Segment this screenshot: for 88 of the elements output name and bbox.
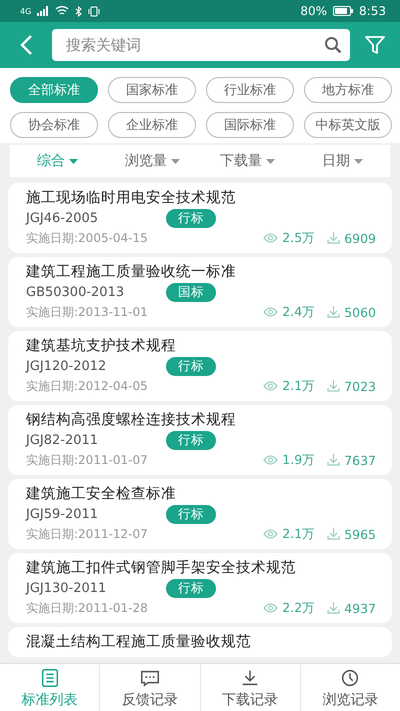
eye-icon bbox=[263, 603, 278, 613]
download-count: 5060 bbox=[344, 304, 376, 320]
sort-option[interactable]: 综合 bbox=[10, 145, 105, 177]
download-icon bbox=[327, 232, 340, 244]
standard-card[interactable]: 混凝土结构工程施工质量验收规范 bbox=[8, 627, 392, 657]
download-count: 5965 bbox=[344, 526, 376, 542]
standard-title: 施工现场临时用电安全技术规范 bbox=[26, 188, 237, 208]
clock-time: 8:53 bbox=[359, 4, 386, 18]
dropdown-icon bbox=[69, 158, 78, 164]
standard-tag: 国标 bbox=[166, 282, 216, 302]
standard-card[interactable]: 建筑工程施工质量验收统一标准 GB50300-2013 国标 实施日期:2013-11-01 2.4万 5060 bbox=[8, 257, 392, 327]
standard-tag: 行标 bbox=[166, 356, 216, 376]
effective-date: 实施日期:2013-11-01 bbox=[26, 304, 149, 320]
signal-icon bbox=[37, 6, 50, 16]
view-count: 2.4万 bbox=[282, 304, 316, 320]
standard-tag: 行标 bbox=[166, 504, 216, 524]
dropdown-icon bbox=[266, 158, 275, 164]
category-chip[interactable]: 地方标准 bbox=[304, 77, 392, 103]
standard-card[interactable]: 施工现场临时用电安全技术规范 JGJ46-2005 行标 实施日期:2005-04-15 2.5万 6909 bbox=[8, 183, 392, 253]
eye-icon bbox=[263, 307, 278, 317]
funnel-icon bbox=[364, 34, 386, 56]
download-icon bbox=[327, 306, 340, 318]
eye-icon bbox=[263, 455, 278, 465]
standard-card[interactable]: 建筑施工安全检查标准 JGJ59-2011 行标 实施日期:2011-12-07 2.1万 5965 bbox=[8, 479, 392, 549]
standard-code: JGJ59-2011 bbox=[26, 506, 100, 522]
eye-icon bbox=[263, 381, 278, 391]
download-count: 7637 bbox=[344, 452, 376, 468]
standard-code: JGJ120-2012 bbox=[26, 358, 108, 374]
bottom-tab[interactable]: 浏览记录 bbox=[300, 664, 400, 711]
sort-option[interactable]: 日期 bbox=[295, 145, 390, 177]
effective-date: 实施日期:2011-12-07 bbox=[26, 526, 149, 542]
standard-tag: 行标 bbox=[166, 578, 216, 598]
standard-title: 建筑施工安全检查标准 bbox=[26, 484, 177, 504]
back-icon bbox=[19, 34, 33, 56]
view-count: 2.5万 bbox=[282, 230, 316, 246]
standard-title: 建筑基坑支护技术规程 bbox=[26, 336, 177, 356]
view-count: 1.9万 bbox=[282, 452, 316, 468]
category-chip[interactable]: 国家标准 bbox=[108, 77, 196, 103]
search-bar[interactable]: 搜索关键词 bbox=[52, 29, 350, 61]
dropdown-icon bbox=[171, 158, 180, 164]
bottom-tab[interactable]: 标准列表 bbox=[0, 664, 100, 711]
standard-tag: 行标 bbox=[166, 208, 216, 228]
standard-title: 建筑施工扣件式钢管脚手架安全技术规范 bbox=[26, 558, 297, 578]
battery-percent: 80% bbox=[300, 4, 328, 18]
download-icon bbox=[327, 380, 340, 392]
standard-code: JGJ46-2005 bbox=[26, 210, 100, 226]
view-count: 2.1万 bbox=[282, 378, 316, 394]
battery-icon bbox=[333, 6, 354, 16]
dropdown-icon bbox=[354, 158, 363, 164]
standard-tag: 行标 bbox=[166, 430, 216, 450]
download-count: 4937 bbox=[344, 600, 376, 616]
effective-date: 实施日期:2012-04-05 bbox=[26, 378, 149, 394]
bottom-tab[interactable]: 下载记录 bbox=[200, 664, 301, 711]
download-count: 6909 bbox=[344, 230, 376, 246]
bottom-tab[interactable]: 反馈记录 bbox=[100, 664, 200, 711]
category-chip[interactable]: 协会标准 bbox=[10, 112, 98, 138]
category-chip[interactable]: 国际标准 bbox=[206, 112, 294, 138]
standard-card[interactable]: 钢结构高强度螺栓连接技术规程 JGJ82-2011 行标 实施日期:2011-01-07 1.9万 7637 bbox=[8, 405, 392, 475]
standard-card[interactable]: 建筑施工扣件式钢管脚手架安全技术规范 JGJ130-2011 行标 实施日期:2011-01-28 2.2万 4937 bbox=[8, 553, 392, 623]
effective-date: 实施日期:2011-01-28 bbox=[26, 600, 149, 616]
eye-icon bbox=[263, 233, 278, 243]
effective-date: 实施日期:2005-04-15 bbox=[26, 230, 149, 246]
standard-title: 混凝土结构工程施工质量验收规范 bbox=[26, 633, 252, 652]
download-icon bbox=[327, 454, 340, 466]
category-chip[interactable]: 全部标准 bbox=[10, 77, 98, 103]
sort-option[interactable]: 浏览量 bbox=[105, 145, 200, 177]
standard-code: GB50300-2013 bbox=[26, 284, 126, 300]
category-chip[interactable]: 中标英文版 bbox=[304, 112, 392, 138]
download-icon bbox=[327, 528, 340, 540]
category-chip[interactable]: 行业标准 bbox=[206, 77, 294, 103]
vibrate-icon bbox=[88, 6, 100, 16]
view-count: 2.2万 bbox=[282, 600, 316, 616]
download-count: 7023 bbox=[344, 378, 376, 394]
standard-code: JGJ82-2011 bbox=[26, 432, 100, 448]
standard-card[interactable]: 建筑基坑支护技术规程 JGJ120-2012 行标 实施日期:2012-04-05 2.1万 7023 bbox=[8, 331, 392, 401]
sort-option[interactable]: 下载量 bbox=[200, 145, 295, 177]
standard-code: JGJ130-2011 bbox=[26, 580, 108, 596]
wifi-icon bbox=[55, 6, 70, 16]
download-icon bbox=[327, 602, 340, 614]
view-count: 2.1万 bbox=[282, 526, 316, 542]
eye-icon bbox=[263, 529, 278, 539]
bluetooth-icon bbox=[75, 6, 82, 16]
category-chip[interactable]: 企业标准 bbox=[108, 112, 196, 138]
standard-title: 钢结构高强度螺栓连接技术规程 bbox=[26, 410, 237, 430]
effective-date: 实施日期:2011-01-07 bbox=[26, 452, 149, 468]
network-label: 4G bbox=[20, 6, 32, 16]
search-icon[interactable] bbox=[324, 36, 342, 54]
standard-title: 建筑工程施工质量验收统一标准 bbox=[26, 263, 237, 282]
